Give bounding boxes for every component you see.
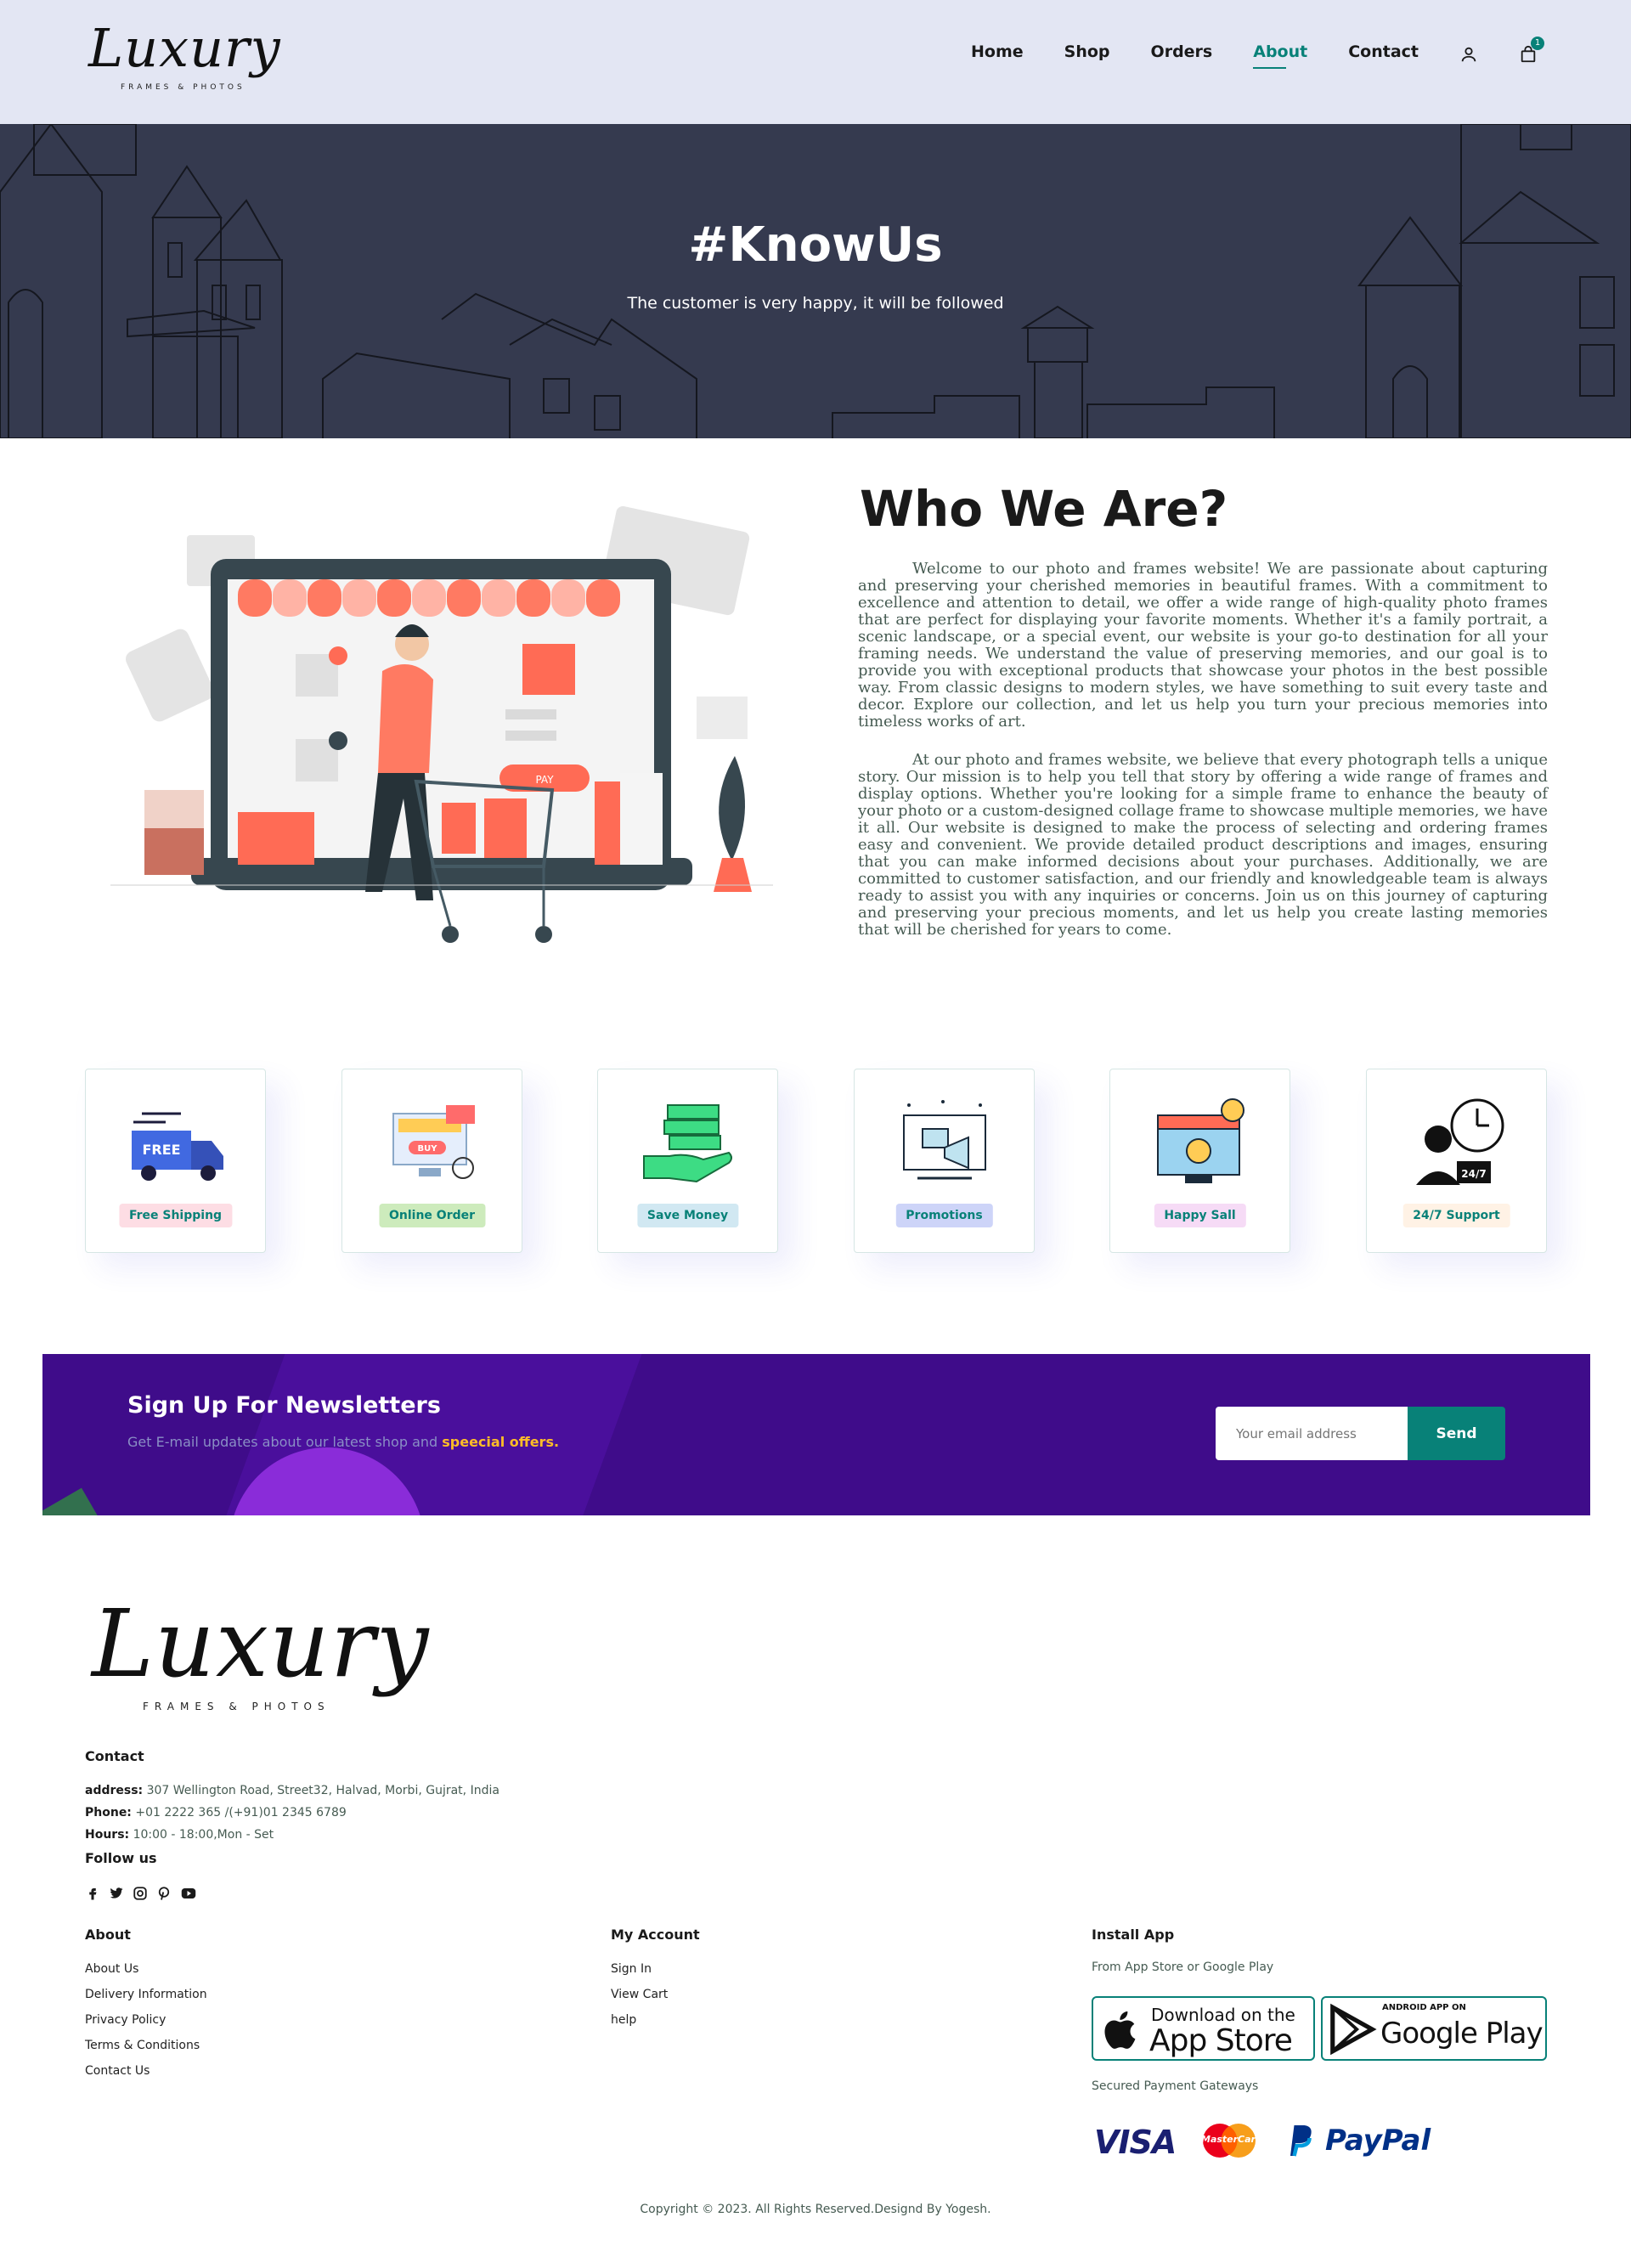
nav-about[interactable]: About [1253, 42, 1307, 69]
shopping-bag-icon[interactable]: 1 [1519, 37, 1544, 64]
brand-tagline: FRAMES & PHOTOS [121, 83, 245, 92]
feature-label: Promotions [895, 1204, 993, 1227]
newsletter-title: Sign Up For Newsletters [127, 1392, 441, 1419]
happy-sell-icon [1157, 1098, 1244, 1183]
footer-link-sign-in[interactable]: Sign In [611, 1962, 668, 1976]
feature-happy-sell: Happy Sall [1109, 1069, 1290, 1253]
footer-install-heading: Install App [1092, 1927, 1175, 1943]
city-sketch-background [0, 124, 1631, 438]
user-icon[interactable] [1459, 45, 1478, 64]
app-store-top-text: Download on the [1151, 2005, 1295, 2025]
feature-label: Online Order [378, 1204, 486, 1227]
site-header: Luxury FRAMES & PHOTOS Home Shop Orders … [0, 0, 1631, 124]
social-links [85, 1886, 196, 1901]
footer-link-delivery-information[interactable]: Delivery Information [85, 1988, 207, 2001]
feature-save-money: Save Money [597, 1069, 778, 1253]
newsletter-section: Sign Up For Newsletters Get E-mail updat… [42, 1354, 1590, 1515]
brand-name: Luxury [88, 17, 281, 79]
brand-logo[interactable]: Luxury FRAMES & PHOTOS [85, 19, 280, 99]
instagram-icon[interactable] [133, 1886, 148, 1901]
newsletter-form: Send [1216, 1407, 1505, 1460]
visa-logo: VISA [1094, 2124, 1177, 2161]
special-offers-highlight: speecial offers. [442, 1434, 560, 1450]
footer-link-help[interactable]: help [611, 2013, 668, 2027]
about-title: Who We Are? [860, 480, 1228, 538]
footer-brand-tagline: FRAMES & PHOTOS [143, 1701, 330, 1712]
newsletter-send-button[interactable]: Send [1408, 1407, 1505, 1460]
feature-support: 24/7 24/7 Support [1366, 1069, 1547, 1253]
footer-phone: Phone: +01 2222 365 /(+91)01 2345 6789 [85, 1806, 347, 1819]
footer-link-view-cart[interactable]: View Cart [611, 1988, 668, 2001]
nav-shop[interactable]: Shop [1064, 42, 1110, 66]
footer-payment-heading: Secured Payment Gateways [1092, 2079, 1259, 2093]
footer-link-contact-us[interactable]: Contact Us [85, 2064, 207, 2078]
support-icon-text: 24/7 [1461, 1168, 1486, 1180]
newsletter-subtitle: Get E-mail updates about our latest shop… [127, 1434, 560, 1450]
footer-address: address: 307 Wellington Road, Street32, … [85, 1784, 499, 1797]
footer-account-links: Sign In View Cart help [611, 1962, 668, 2039]
app-store-button[interactable]: Download on the App Store [1092, 1996, 1315, 2061]
free-shipping-icon-text: FREE [142, 1142, 180, 1158]
feature-label: 24/7 Support [1402, 1204, 1510, 1227]
footer-hours: Hours: 10:00 - 18:00,Mon - Set [85, 1828, 274, 1842]
footer-install-subtitle: From App Store or Google Play [1092, 1961, 1274, 1974]
online-order-icon: BUY [392, 1105, 475, 1179]
footer-link-about-us[interactable]: About Us [85, 1962, 207, 1976]
footer-contact-heading: Contact [85, 1748, 144, 1764]
facebook-icon[interactable] [85, 1886, 100, 1901]
support-icon: 24/7 [1416, 1098, 1504, 1185]
hero-banner: #KnowUs The customer is very happy, it w… [0, 124, 1631, 438]
twitter-icon[interactable] [109, 1886, 124, 1901]
feature-label: Free Shipping [118, 1204, 233, 1227]
nav-contact[interactable]: Contact [1348, 42, 1419, 66]
features-section: FREE Free Shipping BUY Online Order Save… [85, 1069, 1548, 1254]
feature-promotions: Promotions [854, 1069, 1035, 1253]
google-play-bottom-text: Google Play [1380, 2017, 1544, 2051]
pay-label: PAY [535, 774, 554, 786]
nav-orders[interactable]: Orders [1151, 42, 1213, 66]
promotions-icon [903, 1100, 986, 1180]
google-play-icon [1330, 2003, 1377, 2056]
feature-free-shipping: FREE Free Shipping [85, 1069, 266, 1253]
footer-brand-logo[interactable]: Luxury FRAMES & PHOTOS [85, 1597, 429, 1716]
about-paragraph-1: Welcome to our photo and frames website!… [858, 560, 1548, 731]
feature-label: Happy Sall [1154, 1204, 1246, 1227]
feature-online-order: BUY Online Order [341, 1069, 522, 1253]
cart-count-badge: 1 [1531, 37, 1544, 50]
footer-follow-heading: Follow us [85, 1850, 157, 1866]
copyright-text: Copyright © 2023. All Rights Reserved.De… [640, 2203, 991, 2216]
google-play-button[interactable]: ANDROID APP ON Google Play [1321, 1996, 1547, 2061]
about-paragraph-2: At our photo and frames website, we beli… [858, 751, 1548, 939]
apple-icon [1104, 2011, 1136, 2049]
footer-about-heading: About [85, 1927, 131, 1943]
newsletter-email-input[interactable] [1216, 1407, 1408, 1460]
nav-home[interactable]: Home [971, 42, 1024, 66]
mastercard-logo: MasterCard [1199, 2122, 1262, 2159]
save-money-icon [643, 1104, 732, 1183]
hero-subtitle: The customer is very happy, it will be f… [627, 294, 1004, 313]
footer-link-terms-conditions[interactable]: Terms & Conditions [85, 2039, 207, 2052]
main-nav: Home Shop Orders About Contact 1 [971, 37, 1544, 69]
hero-title: #KnowUs [688, 217, 943, 273]
footer-link-privacy-policy[interactable]: Privacy Policy [85, 2013, 207, 2027]
shopping-illustration: PAY [110, 501, 773, 960]
app-store-bottom-text: App Store [1149, 2023, 1293, 2058]
footer-about-links: About Us Delivery Information Privacy Po… [85, 1962, 207, 2090]
feature-label: Save Money [636, 1204, 739, 1227]
pinterest-icon[interactable] [156, 1886, 172, 1901]
free-shipping-truck-icon: FREE [132, 1112, 223, 1181]
footer-brand-name: Luxury [92, 1589, 430, 1698]
google-play-top-text: ANDROID APP ON [1382, 2003, 1466, 2012]
footer-account-heading: My Account [611, 1927, 700, 1943]
buy-icon-text: BUY [418, 1144, 438, 1154]
youtube-icon[interactable] [180, 1886, 196, 1901]
